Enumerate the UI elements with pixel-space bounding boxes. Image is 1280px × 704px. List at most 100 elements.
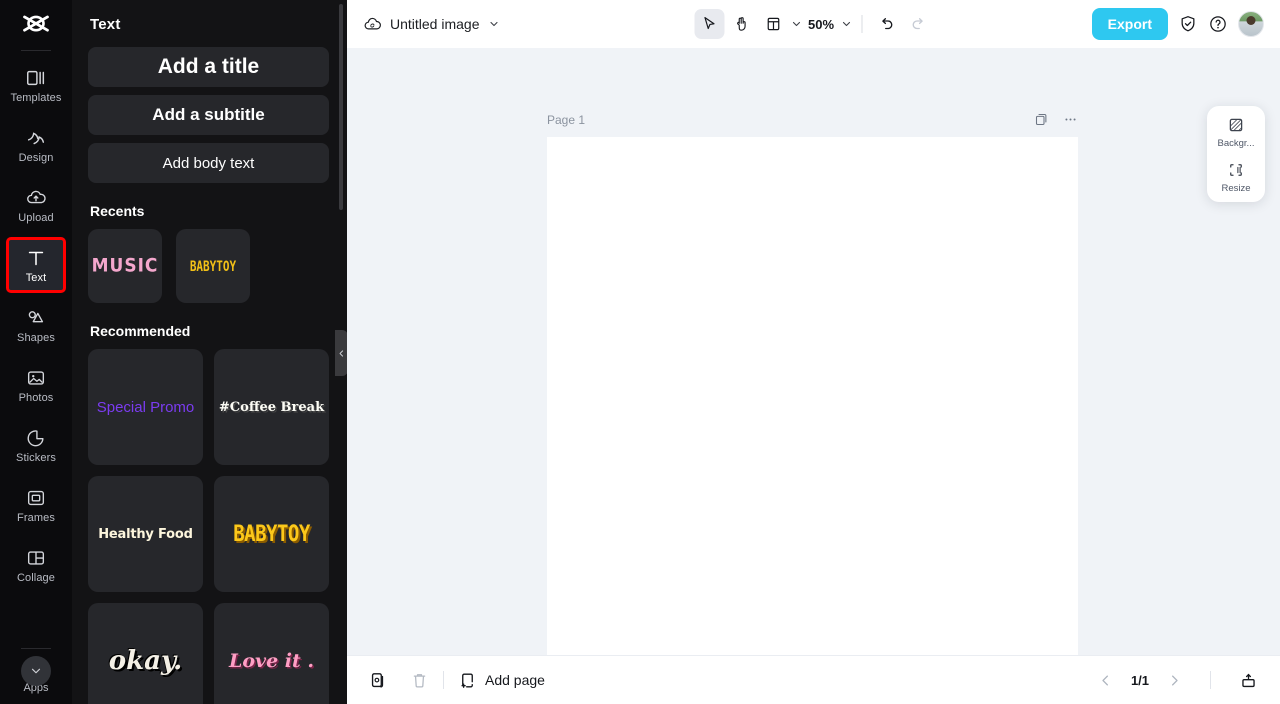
help-question-icon[interactable]	[1208, 14, 1228, 34]
page-label: Page 1	[547, 112, 586, 127]
sidebar-item-stickers[interactable]: Stickers	[8, 419, 64, 471]
redo-button[interactable]	[903, 9, 933, 39]
sidebar-item-text[interactable]: Text	[6, 237, 66, 293]
add-page-button[interactable]: Add page	[458, 671, 545, 690]
sidebar-item-collage[interactable]: Collage	[8, 539, 64, 591]
background-button[interactable]: Backgr...	[1207, 116, 1265, 149]
canvas-area[interactable]: Page 1 Backgr... Resize	[347, 48, 1280, 655]
cursor-select-icon	[703, 17, 715, 30]
sidebar-item-label: Frames	[17, 511, 55, 524]
text-panel-content: Text Add a title Add a subtitle Add body…	[72, 0, 347, 704]
recents-list: MUSIC BABYTOY	[88, 229, 331, 303]
page-indicator: 1/1	[1130, 672, 1150, 688]
chevron-right-icon[interactable]	[1167, 673, 1182, 688]
hand-tool-button[interactable]	[726, 9, 756, 39]
bottom-divider	[443, 671, 444, 689]
sidebar-item-label: Text	[25, 271, 47, 284]
recommended-style-item[interactable]: #Coffee Break	[214, 349, 329, 465]
recommended-grid: Special Promo #Coffee Break Healthy Food…	[88, 349, 331, 704]
toolbar-divider	[861, 15, 863, 33]
app-logo[interactable]	[0, 0, 72, 48]
add-body-text-button[interactable]: Add body text	[88, 143, 329, 183]
redo-arrow-icon	[912, 18, 923, 30]
recent-text-style-item[interactable]: BABYTOY	[176, 229, 250, 303]
sidebar-item-shapes[interactable]: Shapes	[8, 299, 64, 351]
avatar[interactable]	[1238, 11, 1264, 37]
sidebar-item-label: Templates	[10, 91, 62, 104]
top-toolbar: Untitled image 50% Export	[347, 0, 1280, 48]
collage-icon	[27, 550, 45, 565]
recommended-style-item[interactable]: Healthy Food	[88, 476, 203, 592]
page-header: Page 1	[547, 112, 1078, 127]
design-icon	[27, 131, 45, 144]
recommended-style-item[interactable]: Special Promo	[88, 349, 203, 465]
chevron-down-icon[interactable]	[488, 18, 500, 30]
zoom-chevron-down-icon[interactable]	[840, 18, 852, 30]
upload-cloud-icon	[27, 190, 46, 203]
sidebar-item-label: Upload	[18, 211, 54, 224]
capcut-editor-window: Templates Design Upload Text Shapes Phot…	[0, 0, 1280, 704]
main-area: Untitled image 50% Export Page 1 Backgr.…	[347, 0, 1280, 704]
recommended-style-label: okay.	[108, 646, 183, 676]
resize-button[interactable]: Resize	[1207, 161, 1265, 194]
chevron-left-icon	[339, 349, 344, 357]
templates-icon	[27, 70, 45, 85]
rail-bottom-divider	[21, 648, 51, 649]
sidebar-item-frames[interactable]: Frames	[8, 479, 64, 531]
frames-icon	[27, 490, 45, 505]
zoom-level-value[interactable]: 50%	[804, 17, 838, 32]
recommended-style-label: Healthy Food	[98, 526, 193, 542]
trash-icon[interactable]	[410, 671, 429, 690]
panel-title: Text	[90, 16, 121, 33]
duplicate-icon[interactable]	[369, 671, 388, 690]
background-label: Backgr...	[1217, 138, 1255, 149]
sidebar-item-design[interactable]: Design	[8, 119, 64, 171]
sidebar-item-label: Design	[18, 151, 54, 164]
text-t-icon	[28, 251, 44, 265]
recommended-style-label: Special Promo	[96, 398, 195, 416]
tray-upload-icon[interactable]	[1239, 671, 1258, 690]
recommended-style-label: #Coffee Break	[218, 399, 325, 415]
shield-check-icon[interactable]	[1178, 14, 1198, 34]
shapes-icon	[28, 310, 44, 322]
bottom-divider-right	[1210, 671, 1211, 689]
sidebar-item-photos[interactable]: Photos	[8, 359, 64, 411]
cloud-sync-icon[interactable]	[363, 15, 382, 34]
panel-scrollbar[interactable]	[339, 4, 343, 210]
layout-tool-button[interactable]	[758, 9, 788, 39]
rail-divider	[21, 50, 51, 51]
more-options-icon[interactable]	[1063, 112, 1078, 127]
text-panel: Text Add a title Add a subtitle Add body…	[72, 0, 347, 704]
document-title[interactable]: Untitled image	[390, 16, 480, 32]
sidebar-item-templates[interactable]: Templates	[8, 59, 64, 111]
photos-image-icon	[27, 370, 45, 385]
recommended-style-label: BABYTOY	[233, 521, 310, 547]
sidebar-item-upload[interactable]: Upload	[8, 179, 64, 231]
chevron-left-icon[interactable]	[1098, 673, 1113, 688]
add-title-button[interactable]: Add a title	[88, 47, 329, 87]
undo-button[interactable]	[871, 9, 901, 39]
recent-text-style-item[interactable]: MUSIC	[88, 229, 162, 303]
page-navigation: 1/1	[1098, 671, 1258, 690]
recommended-style-item[interactable]: BABYTOY	[214, 476, 329, 592]
layout-panel-icon	[767, 17, 779, 31]
select-tool-button[interactable]	[693, 9, 724, 39]
sidebar-item-label: Stickers	[16, 451, 56, 464]
sidebar-item-label: Photos	[18, 391, 54, 404]
left-rail: Templates Design Upload Text Shapes Phot…	[0, 0, 72, 704]
rail-collapse-button[interactable]	[21, 656, 51, 686]
duplicate-page-icon[interactable]	[1034, 112, 1049, 127]
recommended-style-item[interactable]: okay.	[88, 603, 203, 704]
sidebar-item-label: Shapes	[17, 331, 55, 344]
export-button[interactable]: Export	[1091, 8, 1168, 40]
add-page-label: Add page	[485, 672, 545, 688]
chevron-down-icon	[31, 668, 41, 674]
add-subtitle-button[interactable]: Add a subtitle	[88, 95, 329, 135]
resize-frame-icon	[1230, 164, 1242, 176]
undo-arrow-icon	[881, 18, 892, 30]
rail-items: Templates Design Upload Text Shapes Phot…	[0, 59, 72, 599]
layout-chevron-down-icon[interactable]	[790, 18, 802, 30]
page-canvas[interactable]	[547, 137, 1078, 655]
recommended-style-item[interactable]: Love it .	[214, 603, 329, 704]
panel-collapse-handle[interactable]	[335, 330, 347, 376]
